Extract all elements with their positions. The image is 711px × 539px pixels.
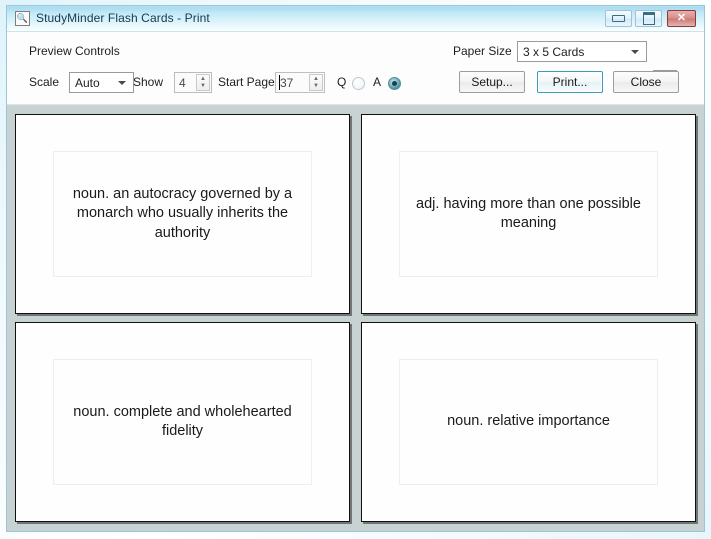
flash-card-text: noun. relative importance (441, 412, 616, 431)
question-radio-label: Q (337, 75, 346, 89)
paper-size-label: Paper Size (453, 44, 512, 58)
text-caret (279, 75, 280, 90)
flash-card[interactable]: noun. an autocracy governed by a monarch… (15, 114, 350, 314)
show-label: Show (133, 75, 163, 89)
app-window-icon: 🔍 (15, 11, 30, 26)
chevron-down-icon (631, 50, 639, 54)
minimize-button[interactable] (605, 10, 632, 27)
print-preview-area: noun. an autocracy governed by a monarch… (7, 105, 704, 531)
setup-button[interactable]: Setup... (459, 71, 525, 93)
flash-card-inner-frame: noun. complete and wholehearted fidelity (53, 359, 313, 486)
flash-card-inner-frame: noun. relative importance (399, 359, 659, 486)
start-page-label: Start Page (218, 75, 275, 89)
window-body: 🔍 StudyMinder Flash Cards - Print ✕ Prev… (6, 5, 705, 532)
flash-card[interactable]: noun. relative importance (361, 322, 696, 522)
flash-card-text: noun. an autocracy governed by a monarch… (54, 185, 312, 243)
close-icon: ✕ (668, 11, 695, 26)
scale-select[interactable]: Auto (69, 72, 134, 93)
start-page-stepper[interactable]: 37 ▲ ▼ (275, 72, 325, 93)
minimize-icon (606, 11, 631, 26)
close-dialog-button[interactable]: Close (613, 71, 679, 93)
scale-label: Scale (29, 75, 59, 89)
start-page-spinner-buttons[interactable]: ▲ ▼ (309, 74, 323, 91)
answer-radio[interactable] (388, 77, 401, 90)
paper-size-select[interactable]: 3 x 5 Cards (517, 41, 647, 62)
preview-controls-panel: Preview Controls Scale Auto Show 4 ▲ ▼ S… (7, 32, 704, 105)
preview-controls-heading: Preview Controls (29, 44, 120, 58)
maximize-icon (636, 11, 661, 26)
flash-card-inner-frame: adj. having more than one possible meani… (399, 151, 659, 278)
show-value: 4 (179, 76, 186, 90)
flash-card-grid: noun. an autocracy governed by a monarch… (15, 114, 696, 522)
show-stepper[interactable]: 4 ▲ ▼ (174, 72, 212, 93)
flash-card[interactable]: noun. complete and wholehearted fidelity (15, 322, 350, 522)
flash-card-text: noun. complete and wholehearted fidelity (54, 403, 312, 442)
answer-radio-label: A (373, 75, 381, 89)
paper-size-value: 3 x 5 Cards (523, 45, 584, 59)
chevron-down-icon (118, 81, 126, 85)
flash-card[interactable]: adj. having more than one possible meani… (361, 114, 696, 314)
flash-card-text: adj. having more than one possible meani… (400, 195, 658, 234)
question-radio[interactable] (352, 77, 365, 90)
window-title: StudyMinder Flash Cards - Print (36, 11, 210, 25)
print-button[interactable]: Print... (537, 71, 603, 93)
print-preview-window: 🔍 StudyMinder Flash Cards - Print ✕ Prev… (0, 0, 711, 539)
show-spinner-buttons[interactable]: ▲ ▼ (196, 74, 210, 91)
maximize-button[interactable] (635, 10, 662, 27)
scale-value: Auto (75, 76, 100, 90)
show-spinner-down-icon[interactable]: ▼ (197, 82, 209, 90)
close-window-button[interactable]: ✕ (667, 10, 696, 27)
title-bar: 🔍 StudyMinder Flash Cards - Print ✕ (7, 6, 704, 32)
start-page-spinner-down-icon[interactable]: ▼ (310, 82, 322, 90)
flash-card-inner-frame: noun. an autocracy governed by a monarch… (53, 151, 313, 278)
start-page-value: 37 (280, 76, 293, 90)
